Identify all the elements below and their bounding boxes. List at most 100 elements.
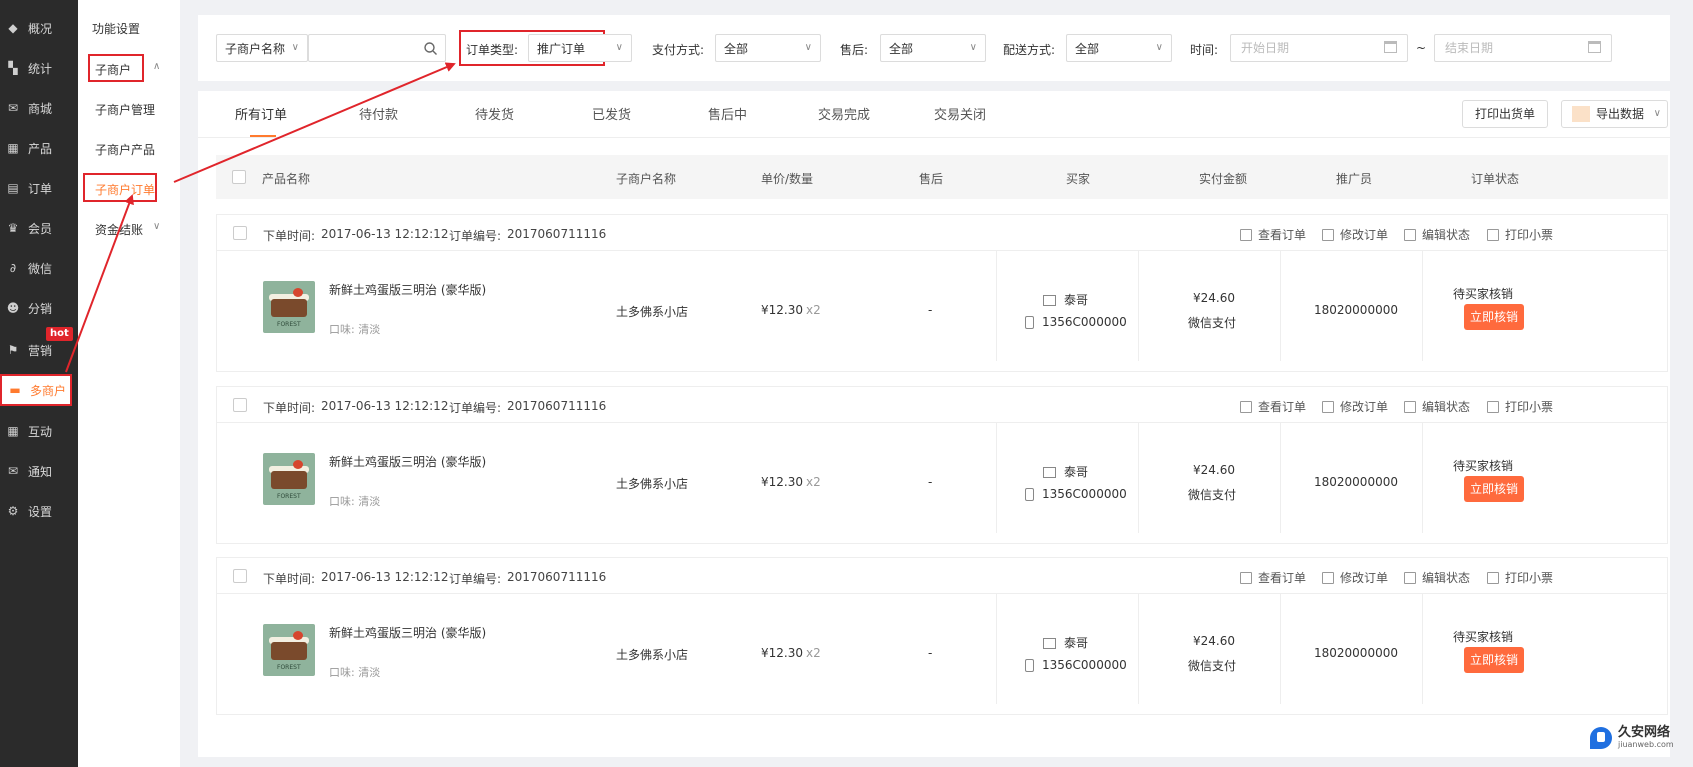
buyer-name: 泰哥 — [1043, 634, 1088, 651]
edit-order-link[interactable]: 修改订单 — [1322, 569, 1388, 586]
merchant-select[interactable]: 子商户名称 ∨ — [216, 34, 308, 62]
verify-now-button[interactable]: 立即核销 — [1464, 304, 1524, 330]
order-card: 下单时间: 2017-06-13 12:12:12 订单编号: 20170607… — [216, 386, 1668, 544]
thumb-berry — [293, 631, 303, 640]
thumb-brand: FOREST — [277, 493, 301, 500]
product-name[interactable]: 新鲜土鸡蛋版三明治 (豪华版) — [329, 453, 486, 470]
order-number-label: 订单编号: — [449, 401, 502, 415]
edit-order-label: 修改订单 — [1340, 400, 1389, 414]
export-label: 导出数据 — [1596, 107, 1645, 121]
nav-item-overview[interactable]: ◆ 概况 — [0, 8, 78, 48]
col-divider — [1280, 251, 1281, 361]
edit-order-label: 修改订单 — [1340, 571, 1389, 585]
unit-price: ¥12.30 — [761, 646, 803, 660]
order-checkbox[interactable] — [233, 569, 247, 583]
nav-item-products[interactable]: ▦ 产品 — [0, 128, 78, 168]
id-card-icon — [1043, 638, 1056, 649]
subnav-sub-merchant-orders[interactable]: 子商户订单 — [95, 181, 155, 198]
chevron-down-icon: ∨ — [153, 221, 161, 232]
product-flavor: 口味: 清淡 — [329, 666, 381, 679]
edit-icon — [1322, 228, 1334, 241]
grid-icon: ▦ — [7, 141, 19, 155]
table-header: 产品名称 子商户名称 单价/数量 售后 买家 实付金额 推广员 订单状态 — [216, 155, 1668, 199]
tab-shipped[interactable]: 已发货 — [592, 104, 631, 123]
edit-order-link[interactable]: 修改订单 — [1322, 226, 1388, 243]
chevron-down-icon: ∨ — [291, 42, 299, 53]
search-icon[interactable] — [424, 42, 437, 55]
edit-order-link[interactable]: 修改订单 — [1322, 398, 1388, 415]
export-data-button[interactable]: 导出数据 ∨ — [1561, 100, 1668, 128]
nav-item-notify[interactable]: ✉ 通知 — [0, 451, 78, 491]
subnav-settlement[interactable]: 资金结账 — [95, 221, 143, 238]
edit-icon — [1322, 400, 1334, 413]
nav-item-multi-merchant[interactable]: ▬ 多商户 — [0, 374, 72, 406]
order-time-label: 下单时间: — [263, 229, 316, 243]
tabs-divider — [198, 137, 1670, 138]
tab-completed[interactable]: 交易完成 — [818, 104, 870, 123]
phone-icon — [1025, 316, 1034, 329]
view-order-link[interactable]: 查看订单 — [1240, 398, 1306, 415]
order-number-label: 订单编号: — [449, 572, 502, 586]
product-name[interactable]: 新鲜土鸡蛋版三明治 (豪华版) — [329, 624, 486, 641]
product-name[interactable]: 新鲜土鸡蛋版三明治 (豪华版) — [329, 281, 486, 298]
nav-item-stats[interactable]: ▚ 统计 — [0, 48, 78, 88]
select-all-checkbox[interactable] — [232, 170, 246, 184]
after-sale-value: - — [928, 303, 933, 317]
order-checkbox[interactable] — [233, 226, 247, 240]
tab-pending-shipment[interactable]: 待发货 — [475, 104, 514, 123]
product-thumbnail[interactable]: FOREST — [263, 624, 315, 676]
edit-status-link[interactable]: 编辑状态 — [1404, 226, 1470, 243]
subnav-sub-merchant[interactable]: 子商户 — [95, 61, 131, 78]
export-icon — [1572, 106, 1590, 122]
view-order-link[interactable]: 查看订单 — [1240, 569, 1306, 586]
buyer-phone: 1356C000000 — [1025, 487, 1127, 501]
col-divider — [1138, 594, 1139, 704]
thumb-brand: FOREST — [277, 664, 301, 671]
verify-now-button[interactable]: 立即核销 — [1464, 647, 1524, 673]
edit-status-link[interactable]: 编辑状态 — [1404, 569, 1470, 586]
order-checkbox[interactable] — [233, 398, 247, 412]
col-price-qty: 单价/数量 — [761, 172, 814, 186]
order-type-value: 推广订单 — [537, 41, 586, 56]
nav-item-settings[interactable]: ⚙ 设置 — [0, 491, 78, 531]
buyer-phone: 1356C000000 — [1025, 315, 1127, 329]
order-type-select[interactable]: 推广订单 ∨ — [528, 34, 632, 62]
tab-all-orders[interactable]: 所有订单 — [235, 104, 287, 123]
product-thumbnail[interactable]: FOREST — [263, 281, 315, 333]
nav-item-wechat[interactable]: ∂ 微信 — [0, 248, 78, 288]
nav-item-members[interactable]: ♛ 会员 — [0, 208, 78, 248]
pay-select[interactable]: 全部 ∨ — [715, 34, 821, 62]
view-order-link[interactable]: 查看订单 — [1240, 226, 1306, 243]
pay-method: 微信支付 — [1188, 659, 1237, 673]
print-receipt-link[interactable]: 打印小票 — [1487, 226, 1553, 243]
merchant-search-input[interactable] — [308, 34, 446, 62]
print-shipping-button[interactable]: 打印出货单 — [1462, 100, 1548, 128]
subnav-sub-merchant-products[interactable]: 子商户产品 — [95, 141, 155, 158]
print-receipt-link[interactable]: 打印小票 — [1487, 398, 1553, 415]
chevron-down-icon: ∨ — [804, 42, 812, 53]
edit-status-link[interactable]: 编辑状态 — [1404, 398, 1470, 415]
subnav-sub-merchant-manage[interactable]: 子商户管理 — [95, 101, 155, 118]
nav-item-orders[interactable]: ▤ 订单 — [0, 168, 78, 208]
delivery-select[interactable]: 全部 ∨ — [1066, 34, 1172, 62]
start-date-input[interactable]: 开始日期 — [1230, 34, 1408, 62]
nav-item-distribution[interactable]: ☻ 分销 — [0, 288, 78, 328]
view-order-label: 查看订单 — [1258, 571, 1307, 585]
nav-item-interaction[interactable]: ▦ 互动 — [0, 411, 78, 451]
after-sale-select[interactable]: 全部 ∨ — [880, 34, 986, 62]
subnav-function-settings[interactable]: 功能设置 — [92, 20, 140, 37]
pay-method: 微信支付 — [1188, 488, 1237, 502]
order-time-label: 下单时间: — [263, 572, 316, 586]
end-date-input[interactable]: 结束日期 — [1434, 34, 1612, 62]
tab-pending-payment[interactable]: 待付款 — [359, 104, 398, 123]
product-thumbnail[interactable]: FOREST — [263, 453, 315, 505]
col-product: 产品名称 — [262, 172, 311, 186]
main-nav: ◆ 概况 ▚ 统计 ✉ 商城 ▦ 产品 ▤ 订单 ♛ 会员 ∂ 微信 ☻ 分销 ⚑ 营销 hot … — [0, 0, 78, 767]
verify-now-button[interactable]: 立即核销 — [1464, 476, 1524, 502]
nav-item-mall[interactable]: ✉ 商城 — [0, 88, 78, 128]
tab-after-sale[interactable]: 售后中 — [708, 104, 747, 123]
print-receipt-link[interactable]: 打印小票 — [1487, 569, 1553, 586]
buyer-phone-text: 1356C000000 — [1042, 487, 1127, 501]
tab-closed[interactable]: 交易关闭 — [934, 104, 986, 123]
order-status: 待买家核销 — [1453, 630, 1514, 644]
